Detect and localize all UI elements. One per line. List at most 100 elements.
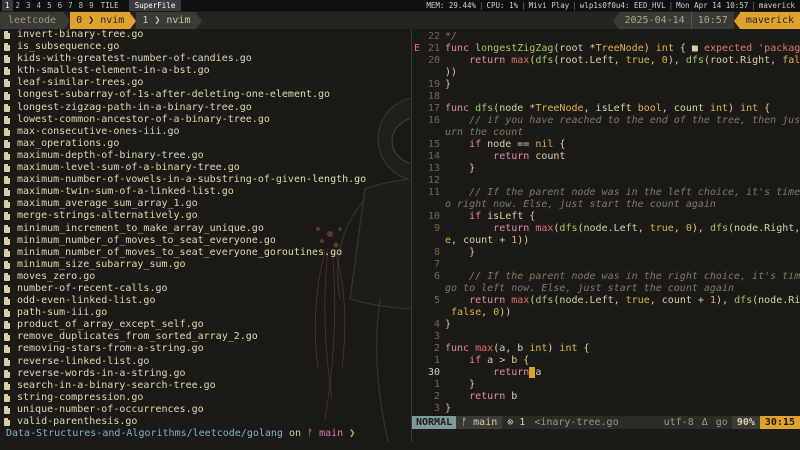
code-line[interactable]: 13 }: [412, 163, 800, 175]
code-line[interactable]: 20 return max(dfs(root.Left, true, 0), d…: [412, 55, 800, 67]
statusline-branch: ᚠ main: [456, 416, 503, 429]
file-name: path-sum-iii.go: [17, 307, 108, 319]
list-item[interactable]: removing-stars-from-a-string.go: [4, 343, 366, 355]
list-item[interactable]: valid-parenthesis.go: [4, 416, 366, 428]
workspace-6[interactable]: 6: [55, 0, 66, 11]
list-item[interactable]: minimum_number_of_moves_to_seat_everyone…: [4, 247, 366, 259]
terminal-pane-file-list[interactable]: invert-binary-tree.go is_subsequence.go ki…: [0, 29, 410, 442]
code-line[interactable]: urn the count: [412, 127, 800, 139]
code-line[interactable]: 15 if node == nil {: [412, 139, 800, 151]
code-line[interactable]: 3: [412, 331, 800, 343]
system-info-item: MEM: 29.44%: [426, 1, 476, 10]
list-item[interactable]: maximum-number-of-vowels-in-a-substring-…: [4, 174, 366, 186]
list-item[interactable]: maximum-depth-of-binary-tree.go: [4, 150, 366, 162]
list-item[interactable]: leaf-similar-trees.go: [4, 77, 366, 89]
code-line[interactable]: 16 // if you have reached to the end of …: [412, 115, 800, 127]
layout-indicator[interactable]: TILE: [97, 0, 123, 11]
code-line[interactable]: 2 func max(a, b int) int {: [412, 343, 800, 355]
code-text: func longestZigZag(root *TreeNode) int {…: [445, 43, 800, 54]
list-item[interactable]: longest-subarray-of-1s-after-deleting-on…: [4, 89, 366, 101]
list-item[interactable]: max-consecutive-ones-iii.go: [4, 126, 366, 138]
list-item[interactable]: moves_zero.go: [4, 271, 366, 283]
list-item[interactable]: unique-number-of-occurrences.go: [4, 404, 366, 416]
code-line[interactable]: o right now. Else, just start the count …: [412, 199, 800, 211]
code-line[interactable]: 8 }: [412, 247, 800, 259]
workspace-1[interactable]: 1: [2, 0, 13, 11]
code-line[interactable]: false, 0)): [412, 307, 800, 319]
code-line[interactable]: 12: [412, 175, 800, 187]
list-item[interactable]: maximum-twin-sum-of-a-linked-list.go: [4, 186, 366, 198]
tmux-time: 10:57: [690, 12, 734, 29]
nvim-editor-pane[interactable]: 22 */E 21 func longestZigZag(root *TreeNode…: [412, 29, 800, 416]
tmux-window-0[interactable]: 0 ❯ nvim: [70, 12, 131, 29]
statusline-branch-name: main: [473, 417, 498, 428]
code-line[interactable]: 10 if isLeft {: [412, 211, 800, 223]
code-line[interactable]: 19}: [412, 79, 800, 91]
code-line[interactable]: 1 }: [412, 379, 800, 391]
tmux-session-name[interactable]: leetcode: [0, 12, 65, 29]
workspace-8[interactable]: 8: [76, 0, 87, 11]
list-item[interactable]: search-in-a-binary-search-tree.go: [4, 380, 366, 392]
list-item[interactable]: max_operations.go: [4, 138, 366, 150]
list-item[interactable]: path-sum-iii.go: [4, 307, 366, 319]
code-line[interactable]: e, count + 1)): [412, 235, 800, 247]
list-item[interactable]: lowest-common-ancestor-of-a-binary-tree.…: [4, 114, 366, 126]
line-number: 3: [433, 331, 440, 342]
list-item[interactable]: is_subsequence.go: [4, 41, 366, 53]
list-item[interactable]: minimum_increment_to_make_array_unique.g…: [4, 223, 366, 235]
workspace-2[interactable]: 2: [13, 0, 24, 11]
list-item[interactable]: odd-even-linked-list.go: [4, 295, 366, 307]
list-item[interactable]: product_of_array_except_self.go: [4, 319, 366, 331]
code-line[interactable]: 14 return count: [412, 151, 800, 163]
workspace-5[interactable]: 5: [44, 0, 55, 11]
code-line[interactable]: 7: [412, 259, 800, 271]
list-item[interactable]: reverse-linked-list.go: [4, 356, 366, 368]
file-name: moves_zero.go: [17, 270, 96, 282]
workspace-9[interactable]: 9: [86, 0, 97, 11]
file-name: minimum_number_of_moves_to_seat_everyone…: [17, 234, 276, 246]
list-item[interactable]: kth-smallest-element-in-a-bst.go: [4, 65, 366, 77]
code-text: if a > b {: [469, 355, 530, 366]
code-line[interactable]: 9 return max(dfs(node.Left, true, 0), df…: [412, 223, 800, 235]
diagnostics-count[interactable]: ⊗ 1: [502, 416, 530, 429]
file-icon: [4, 200, 10, 209]
list-item[interactable]: reverse-words-in-a-string.go: [4, 368, 366, 380]
code-line[interactable]: 3}: [412, 403, 800, 415]
active-window-title[interactable]: SuperFile: [128, 0, 182, 11]
list-item[interactable]: maximum-level-sum-of-a-binary-tree.go: [4, 162, 366, 174]
workspace-3[interactable]: 3: [23, 0, 34, 11]
file-icon: [4, 103, 10, 112]
workspace-4[interactable]: 4: [34, 0, 45, 11]
code-line[interactable]: 11 // If the parent node was in the left…: [412, 187, 800, 199]
code-text: }: [445, 319, 452, 330]
line-number: 21: [427, 43, 440, 54]
prompt-branch: main: [319, 428, 344, 439]
file-name: odd-even-linked-list.go: [17, 295, 156, 307]
code-line[interactable]: E 21 func longestZigZag(root *TreeNode) in…: [412, 43, 800, 55]
list-item[interactable]: longest-zigzag-path-in-a-binary-tree.go: [4, 102, 366, 114]
code-line[interactable]: 5 return max(dfs(node.Left, true, count …: [412, 295, 800, 307]
list-item[interactable]: remove_duplicates_from_sorted_array_2.go: [4, 331, 366, 343]
tmux-window-name: nvim: [100, 15, 125, 26]
code-line[interactable]: 17 func dfs(node *TreeNode, isLeft bool, …: [412, 103, 800, 115]
code-line[interactable]: 22 */: [412, 31, 800, 43]
code-line[interactable]: 2 return b: [412, 391, 800, 403]
code-line[interactable]: 30 return a: [412, 367, 800, 379]
shell-prompt[interactable]: Data-Structures-and-Algorithms/leetcode/…: [6, 428, 355, 440]
code-line[interactable]: 1 if a > b {: [412, 355, 800, 367]
list-item[interactable]: maximum_average_sum_array_1.go: [4, 198, 366, 210]
list-item[interactable]: invert-binary-tree.go: [4, 29, 366, 41]
code-line[interactable]: )): [412, 67, 800, 79]
code-line[interactable]: 18: [412, 91, 800, 103]
list-item[interactable]: minimum_size_subarray_sum.go: [4, 259, 366, 271]
code-line[interactable]: 6 // If the parent node was in the right…: [412, 271, 800, 283]
workspace-7[interactable]: 7: [65, 0, 76, 11]
list-item[interactable]: minimum_number_of_moves_to_seat_everyone…: [4, 235, 366, 247]
code-line[interactable]: 4}: [412, 319, 800, 331]
list-item[interactable]: number-of-recent-calls.go: [4, 283, 366, 295]
tmux-window-1[interactable]: 1 ❯ nvim: [136, 12, 197, 29]
code-line[interactable]: go to left now. Else, just start the cou…: [412, 283, 800, 295]
list-item[interactable]: kids-with-greatest-number-of-candies.go: [4, 53, 366, 65]
list-item[interactable]: merge-strings-alternatively.go: [4, 210, 366, 222]
list-item[interactable]: string-compression.go: [4, 392, 366, 404]
